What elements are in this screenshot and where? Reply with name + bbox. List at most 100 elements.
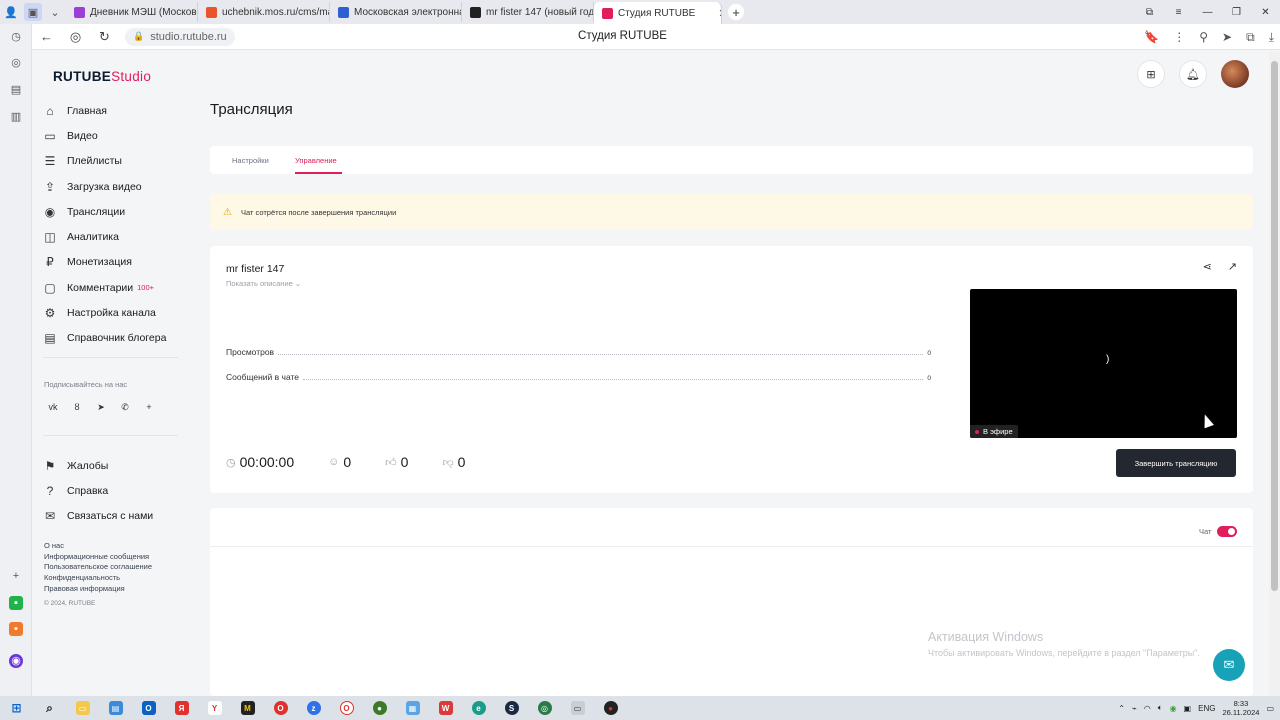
share-icon[interactable]: ⧉ (1246, 30, 1255, 45)
external-link-icon[interactable]: ↗ (1228, 260, 1237, 273)
yandex-icon[interactable]: Я (165, 696, 198, 720)
outlook-icon[interactable]: O (132, 696, 165, 720)
browser-tab[interactable]: Студия RUTUBE ✕ (594, 2, 722, 24)
close-window-icon[interactable]: ✕ (1251, 0, 1280, 24)
viber-icon[interactable]: ✆ (116, 398, 134, 416)
yandex-browser-icon[interactable]: Y (198, 696, 231, 720)
stat-views-value: 0 (927, 350, 931, 357)
page-scrollbar[interactable] (1269, 51, 1280, 696)
footer-link[interactable]: Правовая информация (44, 584, 152, 595)
create-button[interactable]: ⊞ (1137, 60, 1165, 88)
sidebar-item-broadcast[interactable]: ◉ Трансляции (43, 199, 178, 224)
avatar[interactable] (1221, 60, 1249, 88)
app-icon-6[interactable]: ● (594, 696, 627, 720)
close-tab-icon[interactable]: ✕ (718, 7, 721, 20)
footer-link[interactable]: Конфиденциальность (44, 573, 152, 584)
minimize-icon[interactable]: — (1193, 0, 1222, 24)
sidebar-item-mail[interactable]: ✉ Связаться с нами (43, 504, 178, 529)
steam-icon[interactable]: S (495, 696, 528, 720)
footer-link[interactable]: О нас (44, 541, 152, 552)
footer-link[interactable]: Информационные сообщения (44, 552, 152, 563)
browser-tab[interactable]: Московская электронна (330, 2, 462, 22)
wifi-icon[interactable]: ◠ (1144, 704, 1151, 713)
start-button[interactable]: ⊞ (0, 696, 33, 720)
back-icon[interactable]: ← (32, 24, 61, 50)
app-icon-2[interactable]: ● (363, 696, 396, 720)
protect-icon[interactable]: ◎ (61, 24, 90, 50)
tray-app-icon[interactable]: ◉ (1170, 704, 1177, 713)
app-icon-3[interactable]: ▦ (396, 696, 429, 720)
collections-icon[interactable]: ⧉ (1135, 0, 1164, 24)
zen-icon[interactable]: ◎ (9, 56, 23, 70)
vk-icon[interactable]: vk (44, 398, 62, 416)
app-icon-5[interactable]: ▭ (561, 696, 594, 720)
tab-list-icon[interactable]: ⌄ (44, 0, 66, 24)
tab-management[interactable]: Управление (295, 156, 337, 165)
tab-settings[interactable]: Настройки (232, 156, 269, 165)
history-icon[interactable]: ◷ (9, 30, 23, 44)
app-green-icon[interactable]: ▪ (9, 596, 23, 610)
chat-toggle[interactable] (1217, 526, 1237, 537)
edge-icon[interactable]: e (462, 696, 495, 720)
menu-icon[interactable]: ≡ (1164, 0, 1193, 24)
search-icon[interactable]: ⌕ (33, 696, 66, 720)
browser-tab[interactable]: Дневник МЭШ (Московск (66, 2, 198, 22)
files-icon[interactable]: ▤ (99, 696, 132, 720)
opera-gx-icon[interactable]: O (330, 696, 363, 720)
extension-icon[interactable]: ⚲ (1199, 30, 1208, 44)
scrollbar-thumb[interactable] (1271, 61, 1278, 591)
url-field[interactable]: 🔒 studio.rutube.ru (125, 27, 235, 46)
reader-icon[interactable]: ▥ (9, 110, 23, 124)
sidebar-item-settings[interactable]: ⚙ Настройка канала (43, 300, 178, 325)
telegram-icon[interactable]: ➤ (92, 398, 110, 416)
opera-icon[interactable]: O (264, 696, 297, 720)
tray-chevron-icon[interactable]: ⌃ (1118, 704, 1125, 713)
explorer-icon[interactable]: ▭ (66, 696, 99, 720)
sidebar-toggle-icon[interactable]: ▣ (24, 3, 42, 21)
ok-icon[interactable]: ȣ (68, 398, 86, 416)
wps-icon[interactable]: W (429, 696, 462, 720)
share-icon[interactable]: ⋖ (1203, 260, 1212, 273)
more-icon[interactable]: + (140, 398, 158, 416)
rutube-studio-logo[interactable]: RUTUBEStudio (53, 69, 151, 84)
sidebar-item-home[interactable]: ⌂ Главная (43, 98, 178, 123)
sidebar-item-comments[interactable]: ▢ Комментарии 100+ (43, 275, 178, 300)
sidebar-item-help[interactable]: ? Справка (43, 478, 178, 503)
notifications-button[interactable]: 🔔︎ (1179, 60, 1207, 88)
end-stream-button[interactable]: Завершить трансляцию (1116, 449, 1236, 477)
more-icon[interactable]: ⋮ (1173, 30, 1185, 44)
bookmark-icon[interactable]: 🔖 (1144, 30, 1159, 44)
app-icon-1[interactable]: M (231, 696, 264, 720)
alice-icon[interactable]: ◉ (9, 654, 23, 668)
sidebar-item-handbook[interactable]: ▤ Справочник блогера (43, 326, 178, 351)
sidebar-item-analytics[interactable]: ◫ Аналитика (43, 224, 178, 249)
new-tab-button[interactable]: + (728, 4, 744, 20)
restore-icon[interactable]: ❐ (1222, 0, 1251, 24)
volume-icon[interactable]: 🔈︎ (1158, 703, 1163, 713)
app-orange-icon[interactable]: ▪ (9, 622, 23, 636)
download-icon[interactable]: ⤓ (1269, 30, 1274, 45)
add-panel-icon[interactable]: + (9, 569, 23, 583)
network-icon[interactable]: ⌁ (1132, 704, 1137, 713)
stream-preview-player[interactable]: ) В эфире (970, 289, 1237, 438)
notification-center-icon[interactable]: ▭ (1266, 704, 1274, 713)
zoom-icon[interactable]: z (297, 696, 330, 720)
sidebar-item-playlist[interactable]: ☰ Плейлисты (43, 149, 178, 174)
sidebar-item-monetization[interactable]: ₽ Монетизация (43, 250, 178, 275)
language-indicator[interactable]: ENG (1198, 704, 1215, 713)
sidebar-item-upload[interactable]: ⇪ Загрузка видео (43, 174, 178, 199)
sidebar-item-flag[interactable]: ⚑ Жалобы (43, 453, 178, 478)
notes-icon[interactable]: ▤ (9, 83, 23, 97)
browser-tab[interactable]: uchebnik.mos.ru/cms/ma (198, 2, 330, 22)
send-icon[interactable]: ➤ (1222, 30, 1232, 44)
footer-link[interactable]: Пользовательское соглашение (44, 562, 152, 573)
sidebar-item-video[interactable]: ▭ Видео (43, 123, 178, 148)
profile-icon[interactable]: 👤 (0, 0, 22, 24)
show-description-link[interactable]: Показать описание ⌄ (226, 279, 301, 288)
reload-icon[interactable]: ↻ (90, 24, 119, 50)
support-chat-button[interactable]: ✉ (1213, 649, 1245, 681)
app-icon-4[interactable]: ◎ (528, 696, 561, 720)
browser-tab[interactable]: mr fister 147 (новый год) (462, 2, 594, 22)
tray-app2-icon[interactable]: ▣ (1184, 704, 1192, 713)
clock[interactable]: 8:33 26.11.2024 (1222, 699, 1259, 717)
